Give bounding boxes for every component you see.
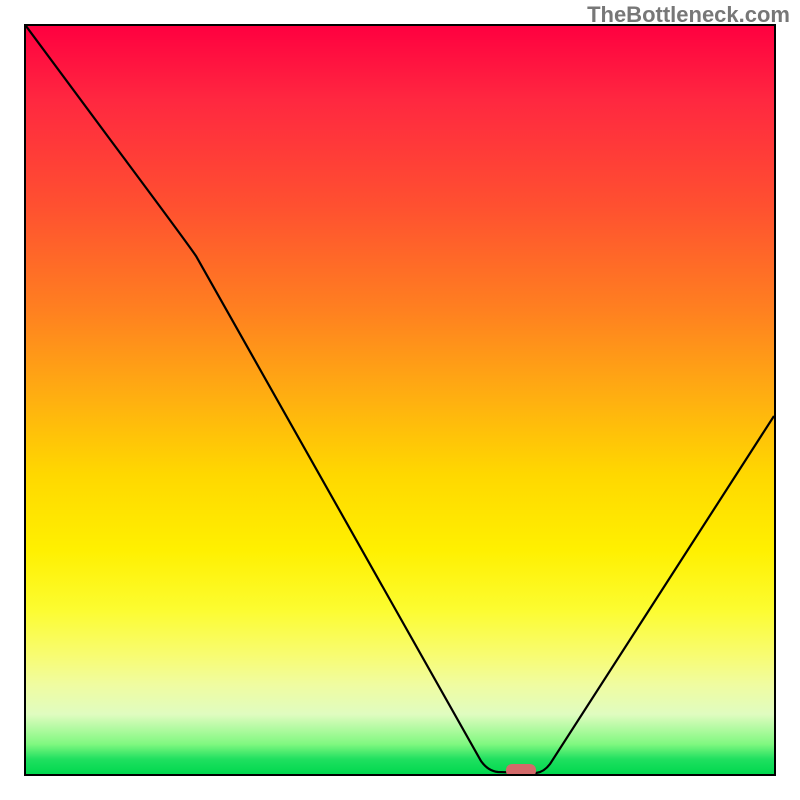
watermark-text: TheBottleneck.com bbox=[587, 2, 790, 28]
chart-container: TheBottleneck.com bbox=[0, 0, 800, 800]
bottleneck-curve bbox=[26, 26, 774, 773]
marker-icon bbox=[506, 764, 536, 774]
plot-area bbox=[24, 24, 776, 776]
chart-svg bbox=[26, 26, 774, 774]
